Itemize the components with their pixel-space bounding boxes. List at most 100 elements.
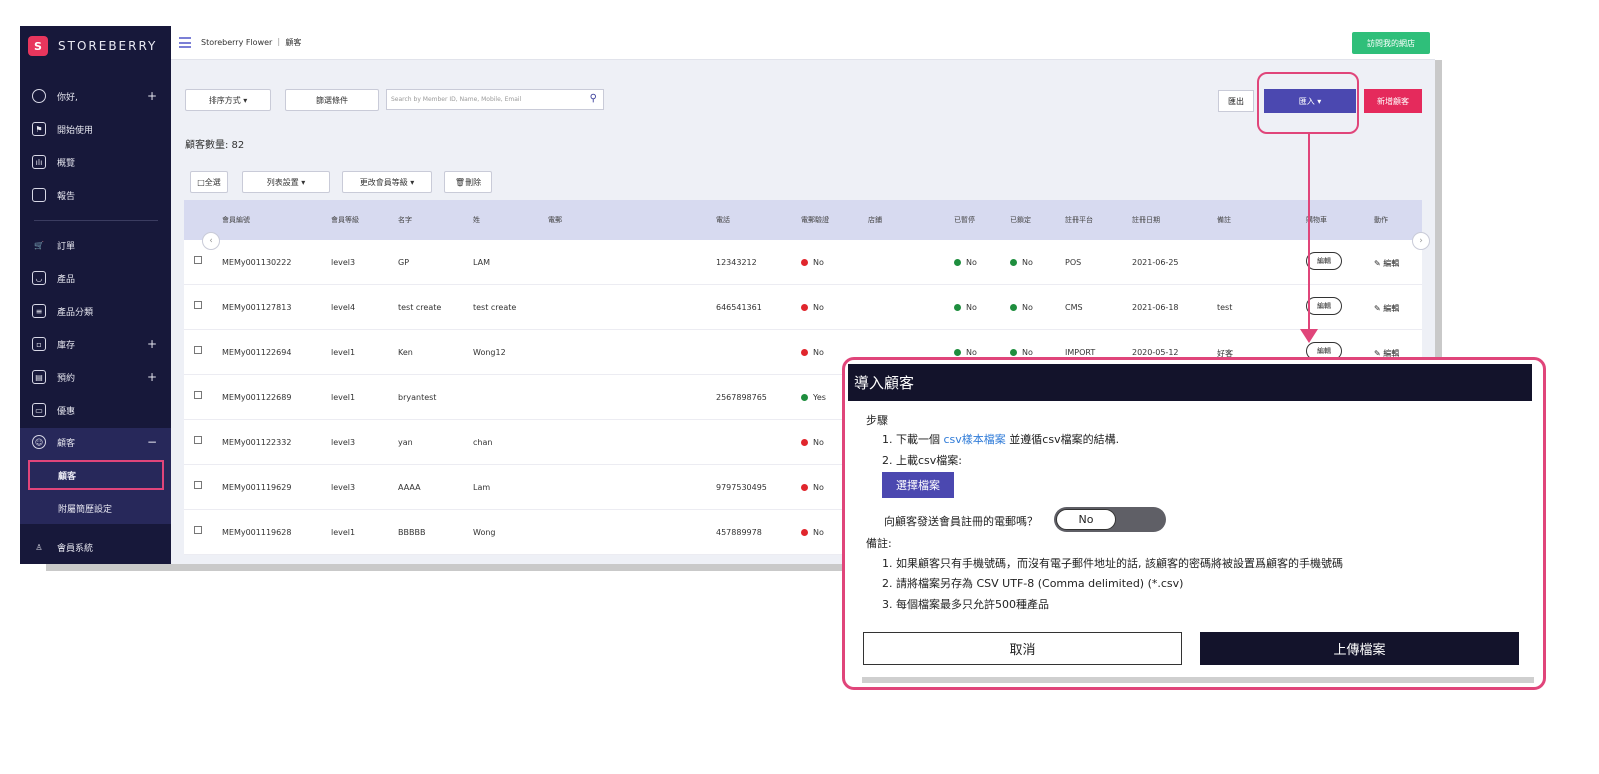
sidebar-item-orders[interactable]: 🛒 訂單 bbox=[20, 233, 171, 257]
note-1: 1. 如果顧客只有手機號碼，而沒有電子郵件地址的話, 該顧客的密碼將被設置爲顧客… bbox=[882, 557, 1343, 570]
inventory-icon: ▫ bbox=[32, 337, 46, 351]
col-suspended[interactable]: 已暫停 bbox=[954, 215, 975, 225]
cell-suspended: No bbox=[954, 303, 977, 312]
status-dot-green bbox=[1010, 259, 1017, 266]
sidebar-item-greeting[interactable]: 你好, + bbox=[20, 84, 171, 108]
collapse-icon[interactable]: − bbox=[147, 435, 157, 449]
cart-edit-button[interactable]: 編輯 bbox=[1306, 297, 1342, 315]
sidebar-item-membership[interactable]: ♙ 會員系統 bbox=[20, 535, 171, 559]
cell-member-id: MEMy001127813 bbox=[222, 303, 292, 312]
add-customer-button[interactable]: 新增顧客 bbox=[1364, 89, 1422, 113]
sidebar-item-label: 開始使用 bbox=[57, 125, 94, 136]
import-customers-modal: 導入顧客 步驟 1. 下載一個 csv樣本檔案 並遵循csv檔案的結構. 2. … bbox=[848, 364, 1532, 676]
visit-store-button[interactable]: 訪問我的網店 bbox=[1352, 32, 1430, 54]
table-row[interactable]: MEMy001130222 level3 GP LAM 12343212 No … bbox=[184, 240, 1422, 285]
list-settings-dropdown[interactable]: 列表設置 ▾ bbox=[242, 171, 330, 193]
cell-last-name: Lam bbox=[473, 483, 491, 492]
delete-button[interactable]: 🗑刪除 bbox=[444, 171, 492, 193]
edit-action-link[interactable]: ✎ 編輯 bbox=[1374, 303, 1399, 314]
col-last-name[interactable]: 姓 bbox=[473, 215, 480, 225]
row-checkbox[interactable] bbox=[194, 346, 202, 354]
sidebar-item-label: 你好, bbox=[57, 92, 78, 103]
sidebar-item-reports[interactable]: 報告 bbox=[20, 183, 171, 207]
notes-label: 備註: bbox=[866, 537, 892, 550]
col-first-name[interactable]: 名字 bbox=[398, 215, 412, 225]
status-dot-red bbox=[801, 259, 808, 266]
list-icon: ≡ bbox=[32, 304, 46, 318]
col-email[interactable]: 電郵 bbox=[548, 215, 562, 225]
send-email-question: 向顧客發送會員註冊的電郵嗎？ bbox=[884, 515, 1038, 528]
sidebar-item-inventory[interactable]: ▫ 庫存 + bbox=[20, 332, 171, 356]
col-platform[interactable]: 註冊平台 bbox=[1065, 215, 1093, 225]
menu-toggle-icon[interactable] bbox=[179, 37, 191, 48]
export-button[interactable]: 匯出 bbox=[1218, 90, 1254, 112]
sidebar-item-customers[interactable]: ☺ 顧客 − bbox=[20, 430, 171, 454]
brand[interactable]: S STOREBERRY bbox=[28, 35, 157, 57]
col-member-id[interactable]: 會員編號 bbox=[222, 215, 250, 225]
plus-icon[interactable]: + bbox=[147, 89, 157, 103]
col-level[interactable]: 會員等級 bbox=[331, 215, 359, 225]
edit-action-link[interactable]: ✎ 編輯 bbox=[1374, 258, 1399, 269]
callout-arrow-head-icon bbox=[1300, 329, 1318, 343]
row-checkbox[interactable] bbox=[194, 391, 202, 399]
table-row[interactable]: MEMy001127813 level4 test create test cr… bbox=[184, 285, 1422, 330]
cell-last-name: chan bbox=[473, 438, 493, 447]
cell-register-date: 2021-06-25 bbox=[1132, 258, 1179, 267]
sidebar-item-booking[interactable]: ▤ 預約 + bbox=[20, 365, 171, 389]
col-note[interactable]: 備註 bbox=[1217, 215, 1231, 225]
sidebar: S STOREBERRY 你好, + ⚑ 開始使用 ılı 概覽 報告 🛒 訂單… bbox=[20, 26, 171, 564]
csv-sample-link[interactable]: csv樣本檔案 bbox=[944, 433, 1006, 446]
sidebar-subitem-profile-settings[interactable]: 附屬簡歷設定 bbox=[28, 493, 164, 523]
status-dot-green bbox=[954, 349, 961, 356]
row-checkbox[interactable] bbox=[194, 481, 202, 489]
sort-dropdown[interactable]: 排序方式 ▾ bbox=[185, 89, 271, 111]
sidebar-item-overview[interactable]: ılı 概覽 bbox=[20, 150, 171, 174]
cell-register-date: 2020-05-12 bbox=[1132, 348, 1179, 357]
search-input[interactable]: Search by Member ID, Name, Mobile, Email… bbox=[386, 89, 604, 110]
scroll-right-icon[interactable]: › bbox=[1412, 232, 1430, 250]
cell-phone: 646541361 bbox=[716, 303, 762, 312]
cell-member-id: MEMy001119629 bbox=[222, 483, 292, 492]
filter-button[interactable]: 篩選條件 bbox=[285, 89, 379, 111]
send-email-toggle[interactable]: No bbox=[1054, 507, 1166, 532]
cell-email-verified: No bbox=[801, 438, 824, 447]
sidebar-item-label: 優惠 bbox=[57, 406, 76, 417]
col-action[interactable]: 動作 bbox=[1374, 215, 1388, 225]
row-checkbox[interactable] bbox=[194, 436, 202, 444]
scroll-left-icon[interactable]: ‹ bbox=[202, 232, 220, 250]
cell-level: level4 bbox=[331, 303, 356, 312]
col-phone[interactable]: 電話 bbox=[716, 215, 730, 225]
sidebar-subitem-customers[interactable]: 顧客 bbox=[28, 460, 164, 490]
cell-last-name: test create bbox=[473, 303, 517, 312]
search-icon[interactable]: ⚲ bbox=[590, 93, 597, 104]
note-2: 2. 請將檔案另存為 CSV UTF-8 (Comma delimited) (… bbox=[882, 577, 1184, 590]
sidebar-item-categories[interactable]: ≡ 產品分類 bbox=[20, 299, 171, 323]
upload-file-button[interactable]: 上傳檔案 bbox=[1200, 632, 1519, 665]
col-store[interactable]: 店鋪 bbox=[868, 215, 882, 225]
cell-note: test bbox=[1217, 303, 1233, 312]
calendar-icon: ▤ bbox=[32, 370, 46, 384]
row-checkbox[interactable] bbox=[194, 526, 202, 534]
choose-file-button[interactable]: 選擇檔案 bbox=[882, 472, 954, 498]
col-locked[interactable]: 已鎖定 bbox=[1010, 215, 1031, 225]
sidebar-item-getting-started[interactable]: ⚑ 開始使用 bbox=[20, 117, 171, 141]
cell-phone: 457889978 bbox=[716, 528, 762, 537]
plus-icon[interactable]: + bbox=[147, 337, 157, 351]
cart-edit-button[interactable]: 編輯 bbox=[1306, 252, 1342, 270]
status-dot-green bbox=[1010, 304, 1017, 311]
cell-email-verified: No bbox=[801, 483, 824, 492]
row-checkbox[interactable] bbox=[194, 301, 202, 309]
col-email-verified[interactable]: 電郵驗證 bbox=[801, 215, 829, 225]
row-checkbox[interactable] bbox=[194, 256, 202, 264]
select-all-checkbox[interactable]: □全選 bbox=[190, 171, 228, 193]
change-level-dropdown[interactable]: 更改會員等級 ▾ bbox=[342, 171, 432, 193]
member-icon: ♙ bbox=[35, 542, 43, 552]
plus-icon[interactable]: + bbox=[147, 370, 157, 384]
callout-arrow-line bbox=[1308, 134, 1310, 330]
sidebar-item-products[interactable]: ◡ 產品 bbox=[20, 266, 171, 290]
coupon-icon: ▭ bbox=[32, 403, 46, 417]
note-3: 3. 每個檔案最多只允許500種產品 bbox=[882, 598, 1049, 611]
col-register-date[interactable]: 註冊日期 bbox=[1132, 215, 1160, 225]
sidebar-item-offers[interactable]: ▭ 優惠 bbox=[20, 398, 171, 422]
cancel-button[interactable]: 取消 bbox=[863, 632, 1182, 665]
